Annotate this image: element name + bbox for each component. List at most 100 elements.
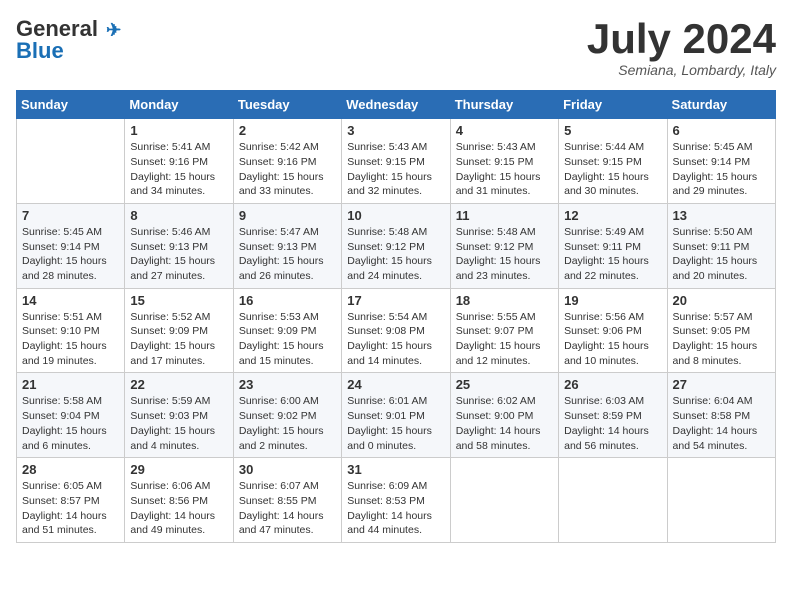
calendar-cell — [559, 458, 667, 543]
day-number: 24 — [347, 377, 444, 392]
day-info: Sunrise: 5:56 AM Sunset: 9:06 PM Dayligh… — [564, 310, 661, 369]
calendar-cell: 26 Sunrise: 6:03 AM Sunset: 8:59 PM Dayli… — [559, 373, 667, 458]
calendar-cell: 25Sunrise: 6:02 AM Sunset: 9:00 PM Dayli… — [450, 373, 558, 458]
day-info: Sunrise: 5:51 AM Sunset: 9:10 PM Dayligh… — [22, 310, 119, 369]
day-number: 30 — [239, 462, 336, 477]
page-header: General ✈ Blue July 2024 Semiana, Lombar… — [16, 16, 776, 78]
day-number: 7 — [22, 208, 119, 223]
day-info: Sunrise: 6:03 AM Sunset: 8:59 PM Dayligh… — [564, 394, 661, 453]
day-number: 29 — [130, 462, 227, 477]
day-info: Sunrise: 5:52 AM Sunset: 9:09 PM Dayligh… — [130, 310, 227, 369]
day-number: 16 — [239, 293, 336, 308]
day-number: 2 — [239, 123, 336, 138]
day-info: Sunrise: 5:59 AM Sunset: 9:03 PM Dayligh… — [130, 394, 227, 453]
calendar-cell: 3 Sunrise: 5:43 AM Sunset: 9:15 PM Daylig… — [342, 119, 450, 204]
day-info: Sunrise: 5:54 AM Sunset: 9:08 PM Dayligh… — [347, 310, 444, 369]
calendar-cell: 27 Sunrise: 6:04 AM Sunset: 8:58 PM Dayli… — [667, 373, 775, 458]
day-number: 18 — [456, 293, 553, 308]
calendar-week-2: 7 Sunrise: 5:45 AM Sunset: 9:14 PM Daylig… — [17, 203, 776, 288]
calendar-cell: 19 Sunrise: 5:56 AM Sunset: 9:06 PM Dayli… — [559, 288, 667, 373]
calendar-cell: 11 Sunrise: 5:48 AM Sunset: 9:12 PM Dayli… — [450, 203, 558, 288]
day-info: Sunrise: 5:58 AM Sunset: 9:04 PM Dayligh… — [22, 394, 119, 453]
day-info: Sunrise: 5:48 AM Sunset: 9:12 PM Dayligh… — [347, 225, 444, 284]
day-number: 26 — [564, 377, 661, 392]
calendar-cell: 29 Sunrise: 6:06 AM Sunset: 8:56 PM Dayli… — [125, 458, 233, 543]
calendar-table: SundayMondayTuesdayWednesdayThursdayFrid… — [16, 90, 776, 543]
calendar-cell: 17 Sunrise: 5:54 AM Sunset: 9:08 PM Dayli… — [342, 288, 450, 373]
calendar-cell: 4 Sunrise: 5:43 AM Sunset: 9:15 PM Daylig… — [450, 119, 558, 204]
weekday-header-saturday: Saturday — [667, 91, 775, 119]
weekday-header-tuesday: Tuesday — [233, 91, 341, 119]
calendar-cell: 30 Sunrise: 6:07 AM Sunset: 8:55 PM Dayli… — [233, 458, 341, 543]
calendar-cell: 24 Sunrise: 6:01 AM Sunset: 9:01 PM Dayli… — [342, 373, 450, 458]
weekday-header-monday: Monday — [125, 91, 233, 119]
day-info: Sunrise: 5:44 AM Sunset: 9:15 PM Dayligh… — [564, 140, 661, 199]
calendar-cell: 10Sunrise: 5:48 AM Sunset: 9:12 PM Dayli… — [342, 203, 450, 288]
day-info: Sunrise: 6:06 AM Sunset: 8:56 PM Dayligh… — [130, 479, 227, 538]
day-info: Sunrise: 5:43 AM Sunset: 9:15 PM Dayligh… — [347, 140, 444, 199]
day-info: Sunrise: 5:50 AM Sunset: 9:11 PM Dayligh… — [673, 225, 770, 284]
calendar-cell — [450, 458, 558, 543]
logo-blue: Blue — [16, 38, 64, 64]
day-number: 9 — [239, 208, 336, 223]
day-number: 20 — [673, 293, 770, 308]
calendar-cell: 15 Sunrise: 5:52 AM Sunset: 9:09 PM Dayli… — [125, 288, 233, 373]
month-year: July 2024 — [587, 16, 776, 62]
weekday-header-row: SundayMondayTuesdayWednesdayThursdayFrid… — [17, 91, 776, 119]
calendar-week-5: 28 Sunrise: 6:05 AM Sunset: 8:57 PM Dayli… — [17, 458, 776, 543]
calendar-cell: 7 Sunrise: 5:45 AM Sunset: 9:14 PM Daylig… — [17, 203, 125, 288]
calendar-cell: 9 Sunrise: 5:47 AM Sunset: 9:13 PM Daylig… — [233, 203, 341, 288]
calendar-cell: 28 Sunrise: 6:05 AM Sunset: 8:57 PM Dayli… — [17, 458, 125, 543]
day-info: Sunrise: 6:07 AM Sunset: 8:55 PM Dayligh… — [239, 479, 336, 538]
day-number: 4 — [456, 123, 553, 138]
weekday-header-friday: Friday — [559, 91, 667, 119]
calendar-cell — [667, 458, 775, 543]
calendar-cell: 13 Sunrise: 5:50 AM Sunset: 9:11 PM Dayli… — [667, 203, 775, 288]
calendar-cell: 8 Sunrise: 5:46 AM Sunset: 9:13 PM Daylig… — [125, 203, 233, 288]
day-number: 12 — [564, 208, 661, 223]
day-info: Sunrise: 5:46 AM Sunset: 9:13 PM Dayligh… — [130, 225, 227, 284]
day-info: Sunrise: 5:47 AM Sunset: 9:13 PM Dayligh… — [239, 225, 336, 284]
calendar-cell: 14Sunrise: 5:51 AM Sunset: 9:10 PM Dayli… — [17, 288, 125, 373]
day-number: 23 — [239, 377, 336, 392]
day-number: 27 — [673, 377, 770, 392]
day-number: 11 — [456, 208, 553, 223]
day-info: Sunrise: 5:42 AM Sunset: 9:16 PM Dayligh… — [239, 140, 336, 199]
weekday-header-thursday: Thursday — [450, 91, 558, 119]
day-info: Sunrise: 6:04 AM Sunset: 8:58 PM Dayligh… — [673, 394, 770, 453]
day-info: Sunrise: 5:48 AM Sunset: 9:12 PM Dayligh… — [456, 225, 553, 284]
day-number: 5 — [564, 123, 661, 138]
calendar-week-3: 14Sunrise: 5:51 AM Sunset: 9:10 PM Dayli… — [17, 288, 776, 373]
day-number: 15 — [130, 293, 227, 308]
calendar-cell: 20Sunrise: 5:57 AM Sunset: 9:05 PM Dayli… — [667, 288, 775, 373]
location: Semiana, Lombardy, Italy — [587, 62, 776, 78]
calendar-cell: 12Sunrise: 5:49 AM Sunset: 9:11 PM Dayli… — [559, 203, 667, 288]
day-info: Sunrise: 5:55 AM Sunset: 9:07 PM Dayligh… — [456, 310, 553, 369]
day-info: Sunrise: 5:45 AM Sunset: 9:14 PM Dayligh… — [673, 140, 770, 199]
day-number: 21 — [22, 377, 119, 392]
day-number: 3 — [347, 123, 444, 138]
logo: General ✈ Blue — [16, 16, 121, 64]
calendar-cell — [17, 119, 125, 204]
calendar-cell: 16 Sunrise: 5:53 AM Sunset: 9:09 PM Dayli… — [233, 288, 341, 373]
day-number: 13 — [673, 208, 770, 223]
day-number: 19 — [564, 293, 661, 308]
day-info: Sunrise: 5:41 AM Sunset: 9:16 PM Dayligh… — [130, 140, 227, 199]
day-number: 28 — [22, 462, 119, 477]
day-number: 17 — [347, 293, 444, 308]
day-number: 1 — [130, 123, 227, 138]
day-info: Sunrise: 6:01 AM Sunset: 9:01 PM Dayligh… — [347, 394, 444, 453]
weekday-header-wednesday: Wednesday — [342, 91, 450, 119]
calendar-cell: 5 Sunrise: 5:44 AM Sunset: 9:15 PM Daylig… — [559, 119, 667, 204]
day-number: 25 — [456, 377, 553, 392]
day-info: Sunrise: 5:45 AM Sunset: 9:14 PM Dayligh… — [22, 225, 119, 284]
calendar-cell: 2 Sunrise: 5:42 AM Sunset: 9:16 PM Daylig… — [233, 119, 341, 204]
day-info: Sunrise: 6:05 AM Sunset: 8:57 PM Dayligh… — [22, 479, 119, 538]
day-info: Sunrise: 5:53 AM Sunset: 9:09 PM Dayligh… — [239, 310, 336, 369]
calendar-cell: 21 Sunrise: 5:58 AM Sunset: 9:04 PM Dayli… — [17, 373, 125, 458]
day-number: 6 — [673, 123, 770, 138]
day-info: Sunrise: 5:43 AM Sunset: 9:15 PM Dayligh… — [456, 140, 553, 199]
day-number: 8 — [130, 208, 227, 223]
day-number: 31 — [347, 462, 444, 477]
calendar-cell: 22Sunrise: 5:59 AM Sunset: 9:03 PM Dayli… — [125, 373, 233, 458]
